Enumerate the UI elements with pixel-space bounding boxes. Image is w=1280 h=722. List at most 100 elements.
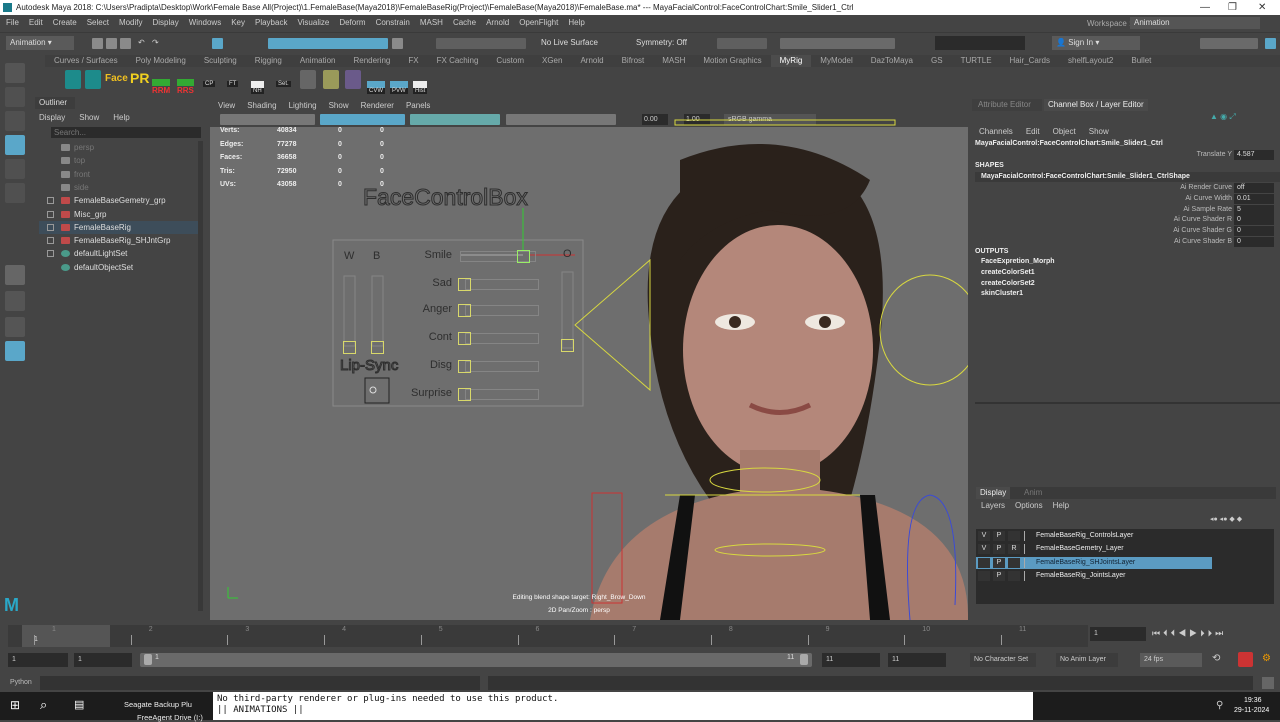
playback-controls[interactable]: ⏮⏴⏴◀▶⏵⏵⏭ bbox=[1152, 628, 1226, 639]
output-node[interactable]: skinCluster1 bbox=[981, 290, 1023, 297]
script-editor-icon[interactable] bbox=[1262, 677, 1274, 689]
slider-handle-anger[interactable] bbox=[458, 304, 471, 317]
live-surface-field[interactable]: No Live Surface bbox=[537, 36, 607, 50]
shelf-tab-bullet[interactable]: Bullet bbox=[1122, 55, 1160, 67]
viewport-persp[interactable]: View Shading Lighting Show Renderer Panels 0.… bbox=[210, 100, 968, 620]
shape-node-name[interactable]: MayaFacialControl:FaceControlChart:Smile… bbox=[975, 172, 1280, 182]
maximize-button[interactable]: ❐ bbox=[1228, 0, 1237, 15]
menu-display[interactable]: Display bbox=[153, 15, 179, 30]
channel-menu-show[interactable]: Show bbox=[1089, 127, 1109, 136]
outliner-menu-show[interactable]: Show bbox=[79, 113, 99, 122]
task-view-icon[interactable]: ▤ bbox=[74, 698, 84, 711]
snap-toolbar[interactable] bbox=[268, 38, 388, 49]
outliner-search-input[interactable]: Search... bbox=[51, 127, 201, 138]
taskbar-item-seagate[interactable]: Seagate Backup Plu bbox=[124, 700, 192, 709]
channel-row[interactable]: Translate Y 4.587 bbox=[970, 150, 1280, 160]
layer-v-toggle[interactable]: V bbox=[978, 531, 990, 541]
outliner-item[interactable]: top bbox=[39, 154, 201, 167]
channel-value[interactable]: off bbox=[1234, 183, 1274, 193]
shelf-icon-2[interactable] bbox=[85, 70, 101, 89]
search-icon[interactable]: ⌕ bbox=[40, 697, 47, 713]
layer-menu-help[interactable]: Help bbox=[1053, 501, 1069, 510]
loop-icon[interactable]: ⟲ bbox=[1212, 653, 1220, 664]
shelf-tab-animation[interactable]: Animation bbox=[291, 55, 345, 67]
character-set-dropdown[interactable]: No Character Set bbox=[970, 653, 1036, 667]
workspace-dropdown[interactable]: Animation bbox=[1130, 17, 1260, 29]
shelf-tab-sculpting[interactable]: Sculpting bbox=[195, 55, 246, 67]
scene-start-field[interactable]: 1 bbox=[8, 653, 68, 667]
windows-start-icon[interactable]: ⊞ bbox=[10, 698, 20, 712]
channel-value[interactable]: 0 bbox=[1234, 226, 1274, 237]
clock-date[interactable]: 29-11-2024 bbox=[1234, 707, 1269, 714]
channel-value[interactable]: 0.01 bbox=[1234, 193, 1274, 204]
outliner-menu-display[interactable]: Display bbox=[39, 113, 65, 122]
shelf-tab-turtle[interactable]: TURTLE bbox=[952, 55, 1001, 67]
current-frame-field[interactable]: 1 bbox=[1090, 627, 1146, 641]
shelf-tab-arnold[interactable]: Arnold bbox=[571, 55, 612, 67]
outliner-item[interactable]: Misc_grp bbox=[39, 208, 201, 221]
shelf-tab-mash[interactable]: MASH bbox=[653, 55, 694, 67]
shape-channel-row[interactable]: Ai Curve Shader G0 bbox=[970, 226, 1280, 237]
shelf-nh-button[interactable]: NH bbox=[251, 81, 264, 94]
shelf-rrm-button[interactable]: RRM bbox=[152, 79, 171, 95]
shelf-tab-rigging[interactable]: Rigging bbox=[246, 55, 291, 67]
shelf-tab-shelflayout2[interactable]: shelfLayout2 bbox=[1059, 55, 1122, 67]
w-slider-handle[interactable] bbox=[343, 341, 356, 354]
outliner-item[interactable]: persp bbox=[39, 141, 201, 154]
display-layer[interactable]: V P FemaleBaseRig_ControlsLayer bbox=[976, 530, 1212, 542]
close-button[interactable]: ✕ bbox=[1258, 0, 1266, 15]
clock-time[interactable]: 19:36 bbox=[1244, 697, 1262, 704]
layer-menu-layers[interactable]: Layers bbox=[981, 501, 1005, 510]
range-start-handle[interactable] bbox=[144, 654, 152, 665]
menu-modify[interactable]: Modify bbox=[119, 15, 143, 30]
expand-icon[interactable] bbox=[47, 197, 54, 205]
layer-menu-options[interactable]: Options bbox=[1015, 501, 1043, 510]
shelf-tab-poly-modeling[interactable]: Poly Modeling bbox=[127, 55, 195, 67]
channel-menu-object[interactable]: Object bbox=[1053, 127, 1076, 136]
shelf-icon-1[interactable] bbox=[65, 70, 81, 89]
shelf-tab-fx[interactable]: FX bbox=[399, 55, 427, 67]
menu-playback[interactable]: Playback bbox=[255, 15, 287, 30]
layer-p-toggle[interactable]: P bbox=[993, 557, 1005, 568]
expand-icon[interactable] bbox=[47, 223, 54, 231]
paint-select-tool-icon[interactable] bbox=[5, 111, 25, 131]
outliner-item[interactable]: FemaleBaseRig_SHJntGrp bbox=[39, 234, 201, 247]
slider-track-disg[interactable] bbox=[465, 361, 539, 372]
command-input[interactable] bbox=[40, 676, 480, 690]
shelf-ft-button[interactable]: FT bbox=[227, 81, 239, 87]
expand-icon[interactable] bbox=[47, 250, 54, 258]
open-scene-icon[interactable] bbox=[106, 38, 117, 49]
tab-attribute-editor[interactable]: Attribute Editor bbox=[972, 99, 1042, 111]
save-scene-icon[interactable] bbox=[120, 38, 131, 49]
network-icon[interactable]: ⚲ bbox=[1216, 700, 1223, 711]
time-slider-track[interactable]: 1 1 2 3 4 5 6 7 8 9 10 11 bbox=[8, 625, 1088, 647]
slider-handle-smile[interactable] bbox=[517, 250, 530, 263]
shelf-tab-hair-cards[interactable]: Hair_Cards bbox=[1001, 55, 1059, 67]
render-icons[interactable] bbox=[780, 38, 895, 49]
shelf-cvw-button[interactable]: CVW bbox=[367, 81, 385, 94]
channel-value[interactable]: 4.587 bbox=[1234, 150, 1274, 160]
channel-value[interactable]: 5 bbox=[1234, 204, 1274, 215]
taskbar-item-freeagent[interactable]: FreeAgent Drive (I:) bbox=[137, 713, 203, 722]
menu-openflight[interactable]: OpenFlight bbox=[519, 15, 558, 30]
outliner-item[interactable]: defaultLightSet bbox=[39, 247, 201, 260]
shelf-icon-3[interactable] bbox=[300, 70, 316, 89]
four-view-layout-icon[interactable] bbox=[5, 291, 25, 311]
menu-constrain[interactable]: Constrain bbox=[376, 15, 410, 30]
slider-track-sad[interactable] bbox=[465, 279, 539, 290]
shelf-tab-curves-surfaces[interactable]: Curves / Surfaces bbox=[45, 55, 127, 67]
scene-end-field[interactable]: 11 bbox=[888, 653, 946, 667]
channel-value[interactable]: 0 bbox=[1234, 237, 1274, 247]
shelf-rrs-button[interactable]: RRS bbox=[177, 79, 194, 95]
slider-track-cont[interactable] bbox=[465, 333, 539, 344]
slider-handle-sad[interactable] bbox=[458, 278, 471, 291]
menu-windows[interactable]: Windows bbox=[189, 15, 221, 30]
menu-cache[interactable]: Cache bbox=[453, 15, 476, 30]
display-layer[interactable]: V P R FemaleBaseGemetry_Layer bbox=[976, 543, 1212, 555]
symmetry-dropdown[interactable]: Symmetry: Off bbox=[632, 36, 692, 50]
shelf-cp-button[interactable]: CP bbox=[203, 81, 216, 87]
shelf-pvw-button[interactable]: PVW bbox=[390, 81, 408, 94]
outliner-persp-layout-icon[interactable] bbox=[5, 341, 25, 361]
channel-menu-channels[interactable]: Channels bbox=[979, 127, 1013, 136]
b-slider-handle[interactable] bbox=[371, 341, 384, 354]
